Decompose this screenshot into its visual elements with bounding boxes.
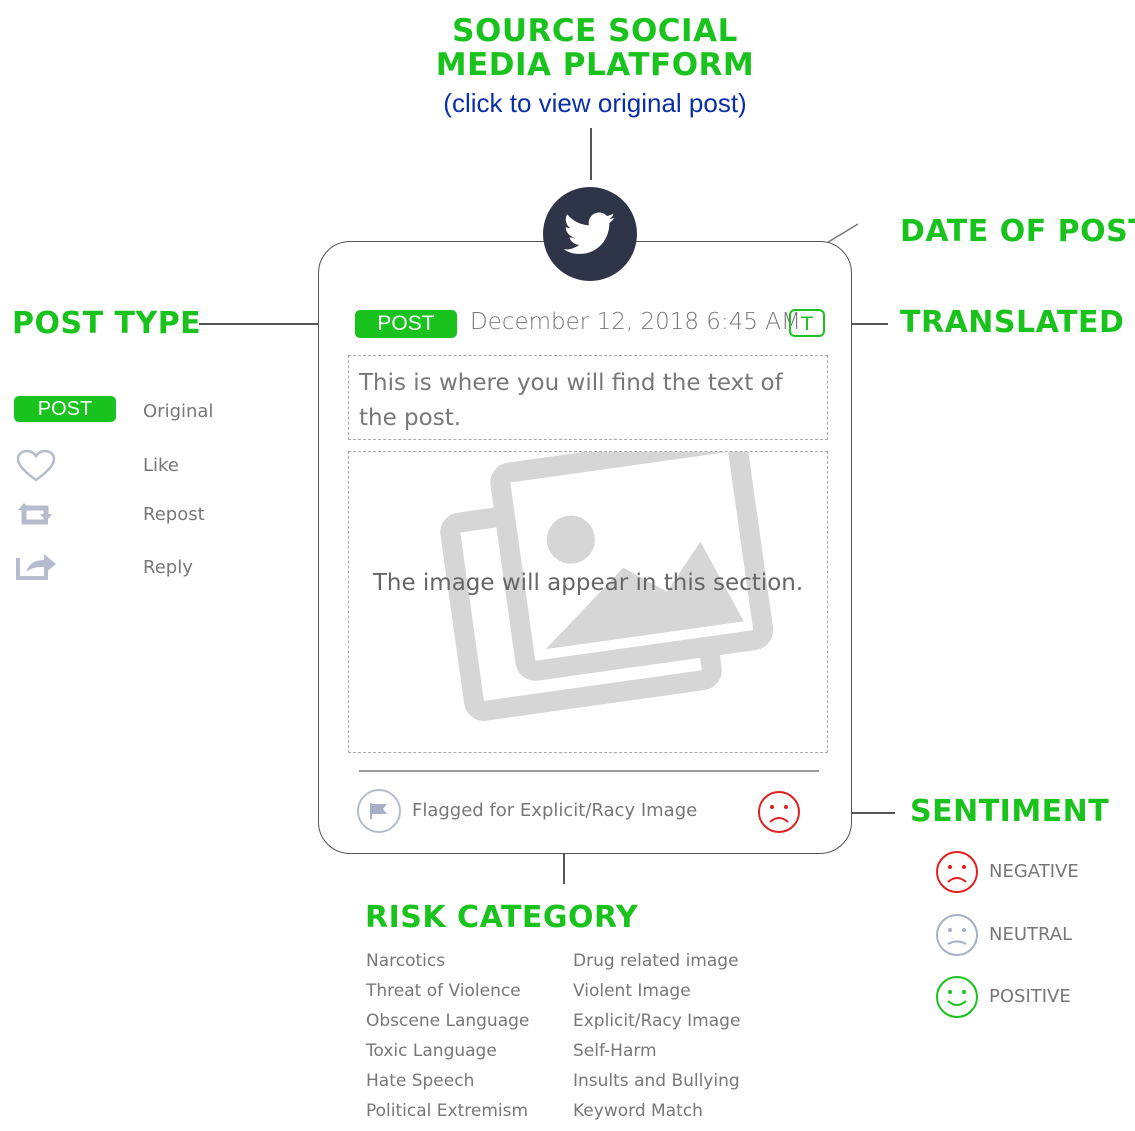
platform-connector-line [590, 128, 592, 180]
date-of-post-label: DATE OF POST [900, 214, 1135, 249]
sentiment-negative-label: NEGATIVE [989, 861, 1079, 882]
post-text: This is where you will find the text of … [348, 355, 828, 440]
image-caption: The image will appear in this section. [372, 570, 804, 596]
image-placeholder-icon [440, 452, 774, 721]
sentiment-positive-label: POSITIVE [989, 986, 1071, 1007]
twitter-logo-icon[interactable] [543, 187, 637, 281]
heart-icon [16, 449, 56, 488]
risk-category-label: RISK CATEGORY [365, 900, 639, 935]
negative-face-icon [935, 850, 979, 899]
legend-original-label: Original [143, 401, 214, 422]
card-divider [359, 770, 819, 772]
platform-title-line1: SOURCE SOCIAL [452, 13, 738, 49]
repost-icon [16, 502, 56, 533]
risk-item: Threat of Violence [366, 981, 521, 1001]
post-type-label: POST TYPE [12, 306, 202, 341]
legend-repost-label: Repost [143, 504, 205, 525]
bird-icon [564, 212, 616, 254]
flag-icon[interactable] [357, 789, 401, 833]
risk-item: Keyword Match [573, 1101, 703, 1121]
neutral-face-icon [935, 913, 979, 962]
post-date: December 12, 2018 6:45 AM [470, 309, 801, 335]
post-image-area[interactable] [348, 451, 828, 753]
risk-item: Drug related image [573, 951, 739, 971]
platform-title: SOURCE SOCIAL MEDIA PLATFORM [380, 14, 810, 82]
risk-item: Political Extremism [366, 1101, 529, 1121]
legend-reply-label: Reply [143, 557, 193, 578]
risk-item: Hate Speech [366, 1071, 475, 1091]
sentiment-face-icon [757, 790, 801, 839]
legend-like-label: Like [143, 455, 179, 476]
legend-post-badge: POST [14, 396, 116, 422]
risk-item: Violent Image [573, 981, 691, 1001]
risk-item: Obscene Language [366, 1011, 530, 1031]
risk-item: Narcotics [366, 951, 446, 971]
risk-item: Explicit/Racy Image [573, 1011, 741, 1031]
post-type-badge: POST [355, 310, 457, 338]
risk-item: Self-Harm [573, 1041, 657, 1061]
platform-title-line2: MEDIA PLATFORM [435, 47, 755, 83]
sentiment-label: SENTIMENT [910, 794, 1110, 829]
risk-column-2: Drug related image Violent Image Explici… [573, 951, 740, 1131]
flag-glyph-icon [370, 803, 387, 819]
translated-label: TRANSLATED [900, 305, 1125, 340]
translated-badge[interactable]: T [789, 309, 825, 337]
view-original-link[interactable]: (click to view original post) [380, 88, 810, 119]
risk-column-1: Narcotics Threat of Violence Obscene Lan… [366, 951, 529, 1131]
risk-item: Insults and Bullying [573, 1071, 740, 1091]
sentiment-neutral-label: NEUTRAL [989, 924, 1073, 945]
flag-label: Flagged for Explicit/Racy Image [412, 800, 698, 821]
risk-item: Toxic Language [366, 1041, 497, 1061]
positive-face-icon [935, 975, 979, 1024]
reply-icon [16, 550, 60, 585]
